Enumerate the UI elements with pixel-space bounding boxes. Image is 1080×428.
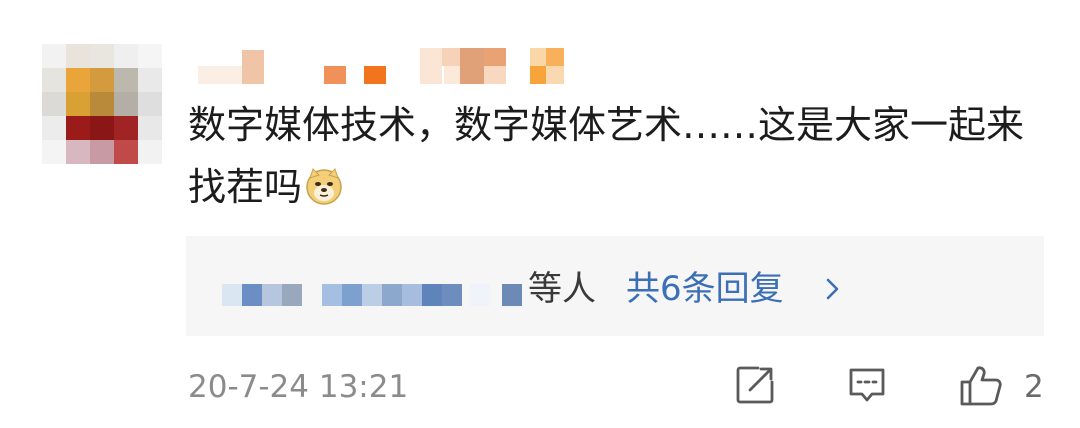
share-edit-icon xyxy=(736,366,774,404)
comment-button[interactable] xyxy=(846,364,888,410)
chevron-right-icon[interactable] xyxy=(820,276,846,302)
thumbs-up-icon xyxy=(960,366,1002,406)
like-button[interactable] xyxy=(958,364,1004,412)
share-button[interactable] xyxy=(734,364,776,410)
username-blurred[interactable] xyxy=(190,44,590,84)
timestamp: 20-7-24 13:21 xyxy=(188,369,409,405)
replies-preview[interactable]: 等人 共6条回复 xyxy=(186,236,1044,336)
comment-icon xyxy=(849,368,885,402)
replier-names-blurred xyxy=(222,284,532,306)
comment-text: 数字媒体技术，数字媒体艺术……这是大家一起来找茬吗 xyxy=(188,94,1048,224)
view-replies-link[interactable]: 共6条回复 xyxy=(626,264,784,314)
replies-suffix: 等人 xyxy=(528,269,596,309)
avatar[interactable] xyxy=(42,44,162,164)
doge-emoji-icon xyxy=(304,162,344,224)
like-count: 2 xyxy=(1024,369,1044,405)
